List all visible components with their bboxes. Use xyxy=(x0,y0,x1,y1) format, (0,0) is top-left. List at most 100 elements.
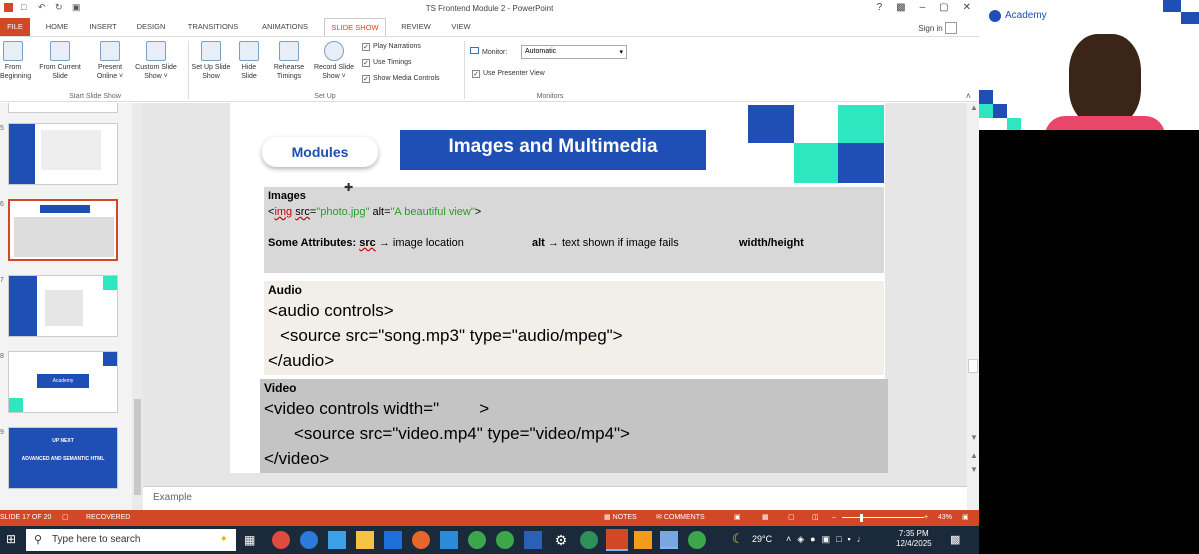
mail-icon[interactable] xyxy=(384,531,402,549)
zoom-slider-thumb[interactable] xyxy=(860,514,863,522)
clock[interactable]: 7:35 PM 12/4/2025 xyxy=(896,529,932,549)
store-icon[interactable] xyxy=(328,531,346,549)
restore-button[interactable]: ▢ xyxy=(939,2,948,13)
custom-slide-show-button[interactable]: Custom Slide Show ˅ xyxy=(128,41,184,81)
tab-view[interactable]: VIEW xyxy=(444,18,478,36)
taskbar-search-box[interactable]: ⚲ Type here to search ✦ xyxy=(26,529,236,551)
attr-width-height: width/height xyxy=(739,237,804,249)
slide-thumbnail[interactable] xyxy=(8,123,118,185)
tab-slide-show[interactable]: SLIDE SHOW xyxy=(324,18,386,36)
slide-number: 9 xyxy=(0,429,4,436)
weather-icon[interactable]: ☾ xyxy=(732,531,744,547)
settings-icon[interactable]: ⚙ xyxy=(552,531,570,549)
slideshow-view-icon[interactable]: ◫ xyxy=(812,510,819,526)
tab-home[interactable]: HOME xyxy=(40,18,74,36)
search-placeholder: Type here to search xyxy=(52,534,141,545)
tab-animations[interactable]: ANIMATIONS xyxy=(254,18,316,36)
audio-line-3: </audio> xyxy=(268,351,335,370)
thumb-scrollbar-handle[interactable] xyxy=(134,399,141,495)
zoom-in-icon[interactable]: + xyxy=(924,510,928,526)
slide-thumbnail[interactable]: Academy xyxy=(8,351,118,413)
set-up-slide-show-button[interactable]: Set Up Slide Show xyxy=(190,41,232,81)
powerpoint-taskbar-icon[interactable] xyxy=(606,529,628,551)
deco-blue-square xyxy=(1163,0,1181,12)
help-button[interactable]: ? xyxy=(877,2,883,13)
tab-insert[interactable]: INSERT xyxy=(84,18,122,36)
system-tray-icons[interactable]: ˄◈●▣□▪♩ xyxy=(786,534,872,545)
scroll-down-icon[interactable]: ▼ xyxy=(970,433,978,442)
fit-slide-icon[interactable]: ▣ xyxy=(962,510,969,526)
edge-icon[interactable] xyxy=(300,531,318,549)
comments-button[interactable]: ✉ COMMENTS xyxy=(656,510,705,526)
close-button[interactable]: ✕ xyxy=(963,2,971,13)
tab-transitions[interactable]: TRANSITIONS xyxy=(182,18,244,36)
chrome-icon[interactable] xyxy=(468,531,486,549)
vscode-icon[interactable] xyxy=(440,531,458,549)
firefox-icon[interactable] xyxy=(412,531,430,549)
tab-file[interactable]: FILE xyxy=(0,18,30,36)
show-media-label: Show Media Controls xyxy=(373,75,440,82)
search-highlight-icon: ✦ xyxy=(219,534,228,545)
from-beginning-button[interactable]: From Beginning xyxy=(0,41,31,81)
notes-button[interactable]: ▦ NOTES xyxy=(604,510,637,526)
next-slide-icon[interactable]: ▼ xyxy=(970,465,978,474)
slide-canvas[interactable]: Modules Images and Multimedia Images <im… xyxy=(230,103,888,473)
taskbar-app-icon[interactable] xyxy=(660,531,678,549)
show-media-controls-checkbox[interactable]: ✓ Show Media Controls xyxy=(362,75,440,83)
zoom-slider[interactable] xyxy=(842,517,924,518)
vlc-icon[interactable] xyxy=(634,531,652,549)
use-presenter-view-checkbox[interactable]: ✓ Use Presenter View xyxy=(472,70,545,78)
stopwatch-icon xyxy=(279,41,299,61)
monitor-select[interactable]: Automatic ▾ xyxy=(521,45,627,59)
video-heading: Video xyxy=(264,381,297,395)
thumb-blue-square xyxy=(103,352,117,366)
sign-in-link[interactable]: Sign in xyxy=(918,22,957,34)
chrome-profile-icon[interactable] xyxy=(496,531,514,549)
notification-icon[interactable]: ▩ xyxy=(950,533,960,546)
slide-thumbnail[interactable] xyxy=(8,275,118,337)
comments-icon: ✉ xyxy=(656,514,662,521)
thumb-scrollbar[interactable] xyxy=(132,103,143,510)
normal-view-icon[interactable]: ▣ xyxy=(734,510,741,526)
notes-pane[interactable]: Example xyxy=(143,486,967,510)
user-avatar-icon xyxy=(945,22,957,34)
rehearse-timings-button[interactable]: Rehearse Timings xyxy=(268,41,310,81)
attr-src-desc: → image location xyxy=(375,237,464,249)
audio-line-2: <source src="song.mp3" type="audio/mpeg"… xyxy=(280,326,623,345)
vertical-scrollbar[interactable]: ▲ ▼ ▲ ▼ xyxy=(967,103,979,510)
minimize-button[interactable]: – xyxy=(920,2,926,13)
ribbon-divider xyxy=(464,41,465,99)
previous-slide-icon[interactable]: ▲ xyxy=(970,451,978,460)
windows-start-icon[interactable]: ⊞ xyxy=(6,532,20,546)
scroll-up-icon[interactable]: ▲ xyxy=(970,103,978,112)
zoom-out-icon[interactable]: – xyxy=(832,510,836,526)
collapse-ribbon-icon[interactable]: ˄ xyxy=(966,91,971,101)
hide-slide-button[interactable]: Hide Slide xyxy=(236,41,262,81)
weather-temp[interactable]: 29°C xyxy=(752,534,772,544)
checkmark-icon: ✓ xyxy=(472,70,480,78)
present-online-button[interactable]: Present Online ˅ xyxy=(92,41,128,81)
slide-thumbnail-partial[interactable] xyxy=(8,103,118,113)
zoom-level[interactable]: 43% xyxy=(938,510,952,526)
group-label-set-up: Set Up xyxy=(314,93,336,100)
custom-show-icon xyxy=(146,41,166,61)
taskbar-app-icon[interactable] xyxy=(272,531,290,549)
spellcheck-icon[interactable]: ▢ xyxy=(62,510,69,526)
record-slide-show-button[interactable]: Record Slide Show ˅ xyxy=(310,41,358,81)
use-timings-checkbox[interactable]: ✓ Use Timings xyxy=(362,59,412,67)
taskbar-app-icon[interactable] xyxy=(580,531,598,549)
slide-sorter-icon[interactable]: ▦ xyxy=(762,510,769,526)
reading-view-icon[interactable]: ▢ xyxy=(788,510,795,526)
slide-thumbnail[interactable]: UP NEXT ADVANCED AND SEMANTIC HTML xyxy=(8,427,118,489)
from-current-slide-button[interactable]: From Current Slide xyxy=(32,41,88,81)
chrome-icon[interactable] xyxy=(688,531,706,549)
scrollbar-handle[interactable] xyxy=(968,359,978,373)
file-explorer-icon[interactable] xyxy=(356,531,374,549)
ribbon-options-icon[interactable]: ▩ xyxy=(896,2,905,13)
play-narrations-checkbox[interactable]: ✓ Play Narrations xyxy=(362,43,421,51)
word-icon[interactable] xyxy=(524,531,542,549)
slide-thumbnail-selected[interactable] xyxy=(8,199,118,261)
task-view-icon[interactable]: ▦ xyxy=(244,533,255,547)
tab-review[interactable]: REVIEW xyxy=(396,18,436,36)
tab-design[interactable]: DESIGN xyxy=(130,18,172,36)
